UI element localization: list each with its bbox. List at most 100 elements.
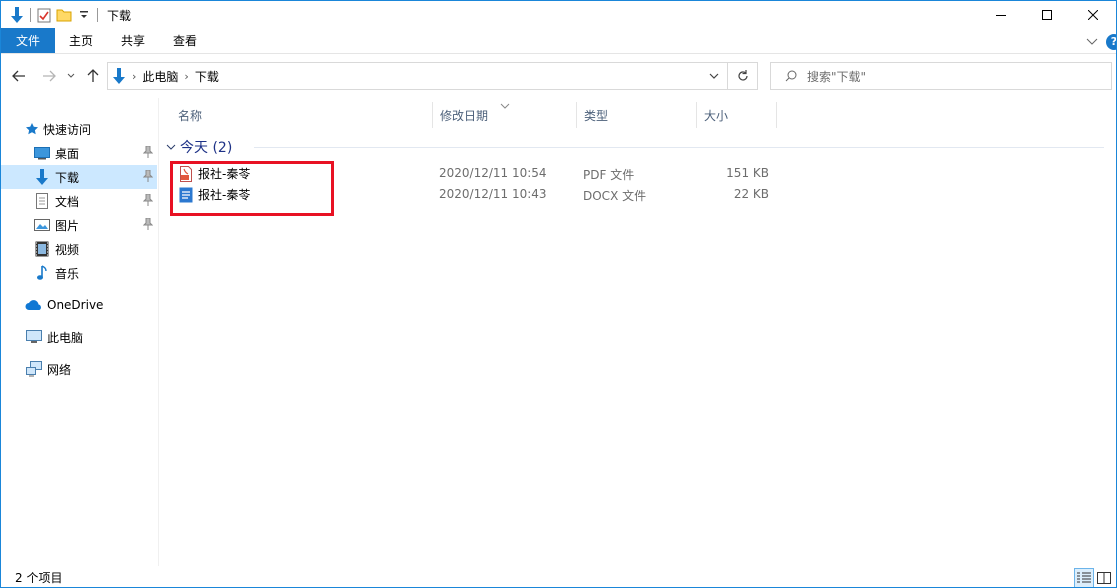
ribbon-tabs: 文件 主页 共享 查看 ? — [1, 28, 1116, 54]
tab-view[interactable]: 查看 — [159, 28, 211, 53]
view-switcher — [1074, 568, 1114, 587]
computer-icon — [25, 328, 43, 346]
toolbar-divider — [30, 8, 31, 22]
search-placeholder: 搜索"下载" — [807, 69, 867, 84]
file-type: DOCX 文件 — [583, 189, 647, 203]
file-type: PDF 文件 — [583, 168, 635, 182]
pin-icon[interactable] — [142, 145, 154, 161]
pictures-icon — [33, 216, 51, 234]
up-button[interactable] — [83, 65, 103, 87]
nav-item-music[interactable]: 音乐 — [1, 261, 157, 285]
column-header-date[interactable]: 修改日期 — [432, 102, 576, 128]
quick-access-toolbar — [1, 1, 101, 29]
back-button[interactable] — [9, 65, 29, 87]
address-history-icon[interactable] — [709, 69, 719, 83]
help-icon[interactable]: ? — [1106, 33, 1116, 50]
highlight-box — [170, 161, 334, 216]
nav-item-label: 图片 — [55, 218, 80, 233]
toolbar-divider — [97, 8, 98, 22]
cloud-icon — [25, 296, 43, 314]
group-header-today[interactable]: 今天 (2) — [166, 136, 1104, 158]
back-arrow-icon — [12, 70, 25, 82]
large-icons-view-button[interactable] — [1094, 568, 1114, 587]
forward-arrow-icon — [43, 70, 56, 82]
ribbon-right: ? — [1086, 29, 1116, 54]
nav-item-videos[interactable]: 视频 — [1, 237, 157, 261]
forward-button[interactable] — [39, 65, 59, 87]
nav-quick-access[interactable]: 快速访问 — [1, 117, 157, 141]
download-location-icon — [112, 68, 126, 84]
minimize-icon — [996, 15, 1006, 16]
file-date: 2020/12/11 10:43 — [439, 187, 547, 201]
nav-item-label: 音乐 — [55, 266, 80, 281]
nav-item-pictures[interactable]: 图片 — [1, 213, 157, 237]
expand-ribbon-icon[interactable] — [1086, 35, 1098, 49]
star-icon — [25, 120, 39, 138]
pin-icon[interactable] — [142, 217, 154, 233]
up-arrow-icon — [87, 69, 99, 82]
nav-item-label: 网络 — [47, 362, 72, 377]
network-icon — [25, 360, 43, 378]
file-size: 22 KB — [733, 187, 769, 201]
customize-dropdown-icon[interactable] — [74, 5, 94, 25]
nav-item-label: 此电脑 — [47, 330, 84, 345]
download-arrow-icon — [7, 5, 27, 25]
window-title: 下载 — [107, 8, 132, 23]
maximize-button[interactable] — [1024, 1, 1070, 29]
search-box[interactable]: 搜索"下载" — [770, 62, 1112, 90]
large-icons-view-icon — [1097, 572, 1111, 584]
file-size: 151 KB — [726, 166, 769, 180]
nav-item-label: 文档 — [55, 194, 80, 209]
nav-item-label: 视频 — [55, 242, 80, 257]
new-folder-icon[interactable] — [54, 5, 74, 25]
group-collapse-icon[interactable] — [166, 143, 176, 151]
minimize-button[interactable] — [978, 1, 1024, 29]
breadcrumb-chevron-icon[interactable]: › — [184, 70, 188, 83]
tab-home[interactable]: 主页 — [55, 28, 107, 53]
tab-file[interactable]: 文件 — [1, 28, 56, 53]
nav-item-downloads[interactable]: 下载 — [1, 165, 157, 189]
breadcrumb-chevron-icon[interactable]: › — [132, 70, 136, 83]
pin-icon[interactable] — [142, 193, 154, 209]
details-view-button[interactable] — [1074, 568, 1094, 587]
nav-item-documents[interactable]: 文档 — [1, 189, 157, 213]
window-controls — [978, 1, 1116, 29]
close-button[interactable] — [1070, 1, 1116, 29]
chevron-down-icon — [67, 73, 75, 78]
column-header-size[interactable]: 大小 — [696, 102, 776, 128]
tab-share[interactable]: 共享 — [107, 28, 159, 53]
details-view-icon — [1077, 572, 1091, 583]
videos-icon — [33, 240, 51, 258]
navigation-pane: 快速访问 桌面 下载 文档 图片 视频 音乐 OneDrive 此电脑 网络 — [1, 98, 159, 566]
refresh-button[interactable] — [728, 62, 758, 90]
title-bar: 下载 — [1, 1, 1116, 29]
item-count: 2 个项目 — [15, 571, 63, 585]
column-header-type[interactable]: 类型 — [576, 102, 696, 128]
group-divider — [254, 147, 1104, 148]
nav-item-desktop[interactable]: 桌面 — [1, 141, 157, 165]
status-bar: 2 个项目 — [1, 566, 1116, 587]
nav-item-this-pc[interactable]: 此电脑 — [1, 325, 157, 349]
music-note-icon — [33, 264, 51, 282]
search-icon — [785, 70, 797, 82]
refresh-icon — [737, 70, 748, 81]
nav-item-onedrive[interactable]: OneDrive — [1, 293, 157, 317]
address-row: › 此电脑 › 下载 搜索"下载" — [1, 61, 1116, 91]
explorer-window: 下载 文件 主页 共享 查看 ? › 此电脑 › 下载 搜索"下载" 快速访问 … — [0, 0, 1117, 588]
recent-locations-button[interactable] — [63, 65, 79, 87]
column-divider[interactable] — [776, 102, 777, 128]
address-bar[interactable]: › 此电脑 › 下载 — [107, 62, 728, 90]
close-icon — [1088, 10, 1098, 20]
pin-icon[interactable] — [142, 169, 154, 185]
maximize-icon — [1042, 10, 1052, 20]
breadcrumb-this-pc[interactable]: 此电脑 — [142, 68, 178, 85]
column-header-name[interactable]: 名称 — [170, 102, 432, 128]
nav-quick-access-label: 快速访问 — [43, 122, 92, 137]
documents-icon — [33, 192, 51, 210]
desktop-icon — [33, 144, 51, 162]
breadcrumb-downloads[interactable]: 下载 — [195, 68, 219, 85]
properties-icon[interactable] — [34, 5, 54, 25]
downloads-icon — [33, 168, 51, 186]
file-date: 2020/12/11 10:54 — [439, 166, 547, 180]
nav-item-network[interactable]: 网络 — [1, 357, 157, 381]
